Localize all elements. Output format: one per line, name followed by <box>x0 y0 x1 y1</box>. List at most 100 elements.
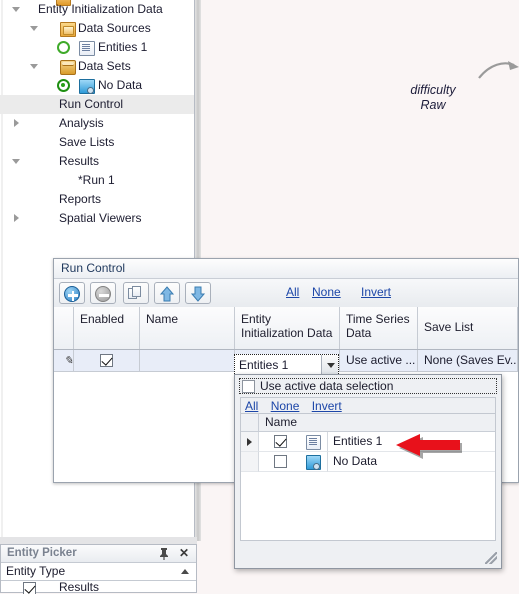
close-icon[interactable]: ✕ <box>179 546 189 561</box>
minus-circle-icon <box>95 286 111 302</box>
red-pointer-arrow <box>396 434 462 459</box>
tree-item-label: *Run 1 <box>78 173 115 187</box>
resize-grip-icon[interactable] <box>485 552 497 564</box>
row-name-cell[interactable] <box>140 350 235 372</box>
dropdown-invert-link[interactable]: Invert <box>312 398 342 414</box>
tree-item-entities-1[interactable]: Entities 1 <box>0 38 194 57</box>
chevron-up-icon[interactable] <box>181 569 189 574</box>
select-all-link[interactable]: All <box>286 285 299 299</box>
row-enabled-checkbox[interactable] <box>74 350 140 372</box>
use-active-data-selection-checkbox[interactable]: Use active data selection <box>239 378 497 394</box>
tree-item-analysis[interactable]: Analysis <box>0 114 194 133</box>
entity-data-dropdown-popup[interactable]: Use active data selection All None Inver… <box>234 374 502 569</box>
tree-item-run-1[interactable]: *Run 1 <box>0 171 194 190</box>
tree-item-data-sets[interactable]: Data Sets <box>0 57 194 76</box>
dropdown-item-icon-cell <box>301 432 327 452</box>
entity-picker-titlebar: Entity Picker ✕ <box>1 545 196 563</box>
tree-item-reports[interactable]: Reports <box>0 190 194 209</box>
entity-picker-row-label: Results <box>59 581 100 594</box>
tree-item-label: Reports <box>59 192 102 206</box>
tree-item-save-lists[interactable]: Save Lists <box>0 133 194 152</box>
move-down-button[interactable] <box>185 282 211 304</box>
checkbox-icon <box>273 435 287 449</box>
entity-init-combo-cell[interactable]: Entities 1 <box>234 354 339 376</box>
row-time-series-cell[interactable]: Use active ... <box>340 350 418 372</box>
remove-row-button[interactable] <box>90 282 116 304</box>
dropdown-all-link[interactable]: All <box>245 398 258 414</box>
twisty-expanded-icon[interactable] <box>30 24 39 33</box>
run-control-title: Run Control <box>61 261 126 275</box>
row-save-list-cell[interactable]: None (Saves Ev... <box>418 350 518 372</box>
entity-picker-panel[interactable]: Entity Picker ✕ Entity Type Results <box>0 544 197 594</box>
copy-pages-icon <box>128 286 144 302</box>
header-save-list[interactable]: Save List <box>418 307 518 349</box>
run-control-toolbar[interactable]: All None Invert <box>54 279 518 308</box>
header-indicator <box>54 307 74 349</box>
header-save-list-label: Save List <box>424 320 474 334</box>
tree-item-label: Save Lists <box>59 135 115 149</box>
entity-type-section-header[interactable]: Entity Type <box>1 563 196 581</box>
add-row-button[interactable] <box>59 282 85 304</box>
canvas-annotation: difficulty Raw <box>398 83 468 113</box>
twisty-expanded-icon[interactable] <box>12 5 21 14</box>
copy-row-button[interactable] <box>123 282 149 304</box>
tree-item-label: Entity Initialization Data <box>38 2 163 16</box>
twisty-expanded-icon[interactable] <box>30 62 39 71</box>
entity-picker-row[interactable]: Results <box>1 581 196 594</box>
header-enabled[interactable]: Enabled <box>74 307 140 349</box>
header-entity-initialization-data[interactable]: Entity Initialization Data <box>235 307 340 349</box>
row-indicator <box>241 452 259 472</box>
dropdown-item-checkbox[interactable] <box>259 432 301 452</box>
tree-item-label: Analysis <box>59 116 104 130</box>
header-name[interactable]: Name <box>140 307 235 349</box>
curved-arrow-icon <box>478 61 519 79</box>
header-time-series-data[interactable]: Time Series Data <box>340 307 418 349</box>
twisty-collapsed-icon[interactable] <box>12 214 21 223</box>
checkbox-icon <box>273 455 287 469</box>
dropdown-item-checkbox[interactable] <box>259 452 301 472</box>
edit-pencil-icon: ✎ <box>64 355 74 367</box>
tree-item-results[interactable]: Results <box>0 152 194 171</box>
dropdown-none-link[interactable]: None <box>271 398 300 414</box>
tree-item-label: Spatial Viewers <box>59 211 142 225</box>
tree-item-label: Data Sources <box>78 21 151 35</box>
dropdown-grid-header: Name <box>241 414 495 432</box>
checkbox-icon <box>242 380 255 393</box>
dropdown-footer <box>236 543 500 567</box>
cylinder-icon <box>60 60 76 75</box>
tree-item-label: Run Control <box>59 97 124 111</box>
entity-type-label: Entity Type <box>6 564 66 578</box>
invert-selection-link[interactable]: Invert <box>361 285 391 299</box>
tree-item-label: No Data <box>98 78 143 92</box>
dropdown-header-indicator <box>241 414 259 431</box>
tree-panel-bottom-gap <box>0 537 197 544</box>
annotation-line-2: Raw <box>420 98 446 112</box>
select-none-link[interactable]: None <box>312 285 341 299</box>
move-up-button[interactable] <box>154 282 180 304</box>
twisty-expanded-icon[interactable] <box>12 157 21 166</box>
tree-item-label: Data Sets <box>78 59 131 73</box>
tree-item-no-data[interactable]: No Data <box>0 76 194 95</box>
annotation-line-1: difficulty <box>410 83 456 97</box>
header-time-series-line2: Data <box>346 326 372 340</box>
tree-item-spatial-viewers[interactable]: Spatial Viewers <box>0 209 194 228</box>
twisty-collapsed-icon[interactable] <box>12 119 21 128</box>
header-time-series-line1: Time Series <box>346 312 410 326</box>
checkbox-icon <box>100 354 113 368</box>
run-control-titlebar: Run Control <box>54 259 518 279</box>
arrow-down-icon <box>190 286 206 302</box>
tree-item-entity-initialization-data[interactable]: Entity Initialization Data <box>0 0 194 19</box>
document-icon <box>79 41 95 56</box>
tree-item-run-control[interactable]: Run Control <box>0 95 194 114</box>
document-icon <box>306 435 321 450</box>
tree-item-label: Results <box>59 154 100 168</box>
folder-open-icon <box>60 22 76 37</box>
dropdown-links-bar[interactable]: All None Invert <box>240 397 496 414</box>
pin-icon[interactable] <box>158 547 170 560</box>
arrow-up-icon <box>159 286 175 302</box>
checkbox-icon[interactable] <box>23 582 36 594</box>
dropdown-item-icon-cell <box>301 452 327 472</box>
chevron-down-icon[interactable] <box>321 355 338 375</box>
tree-item-data-sources[interactable]: Data Sources <box>0 19 194 38</box>
combo-selected-value: Entities 1 <box>239 358 289 372</box>
